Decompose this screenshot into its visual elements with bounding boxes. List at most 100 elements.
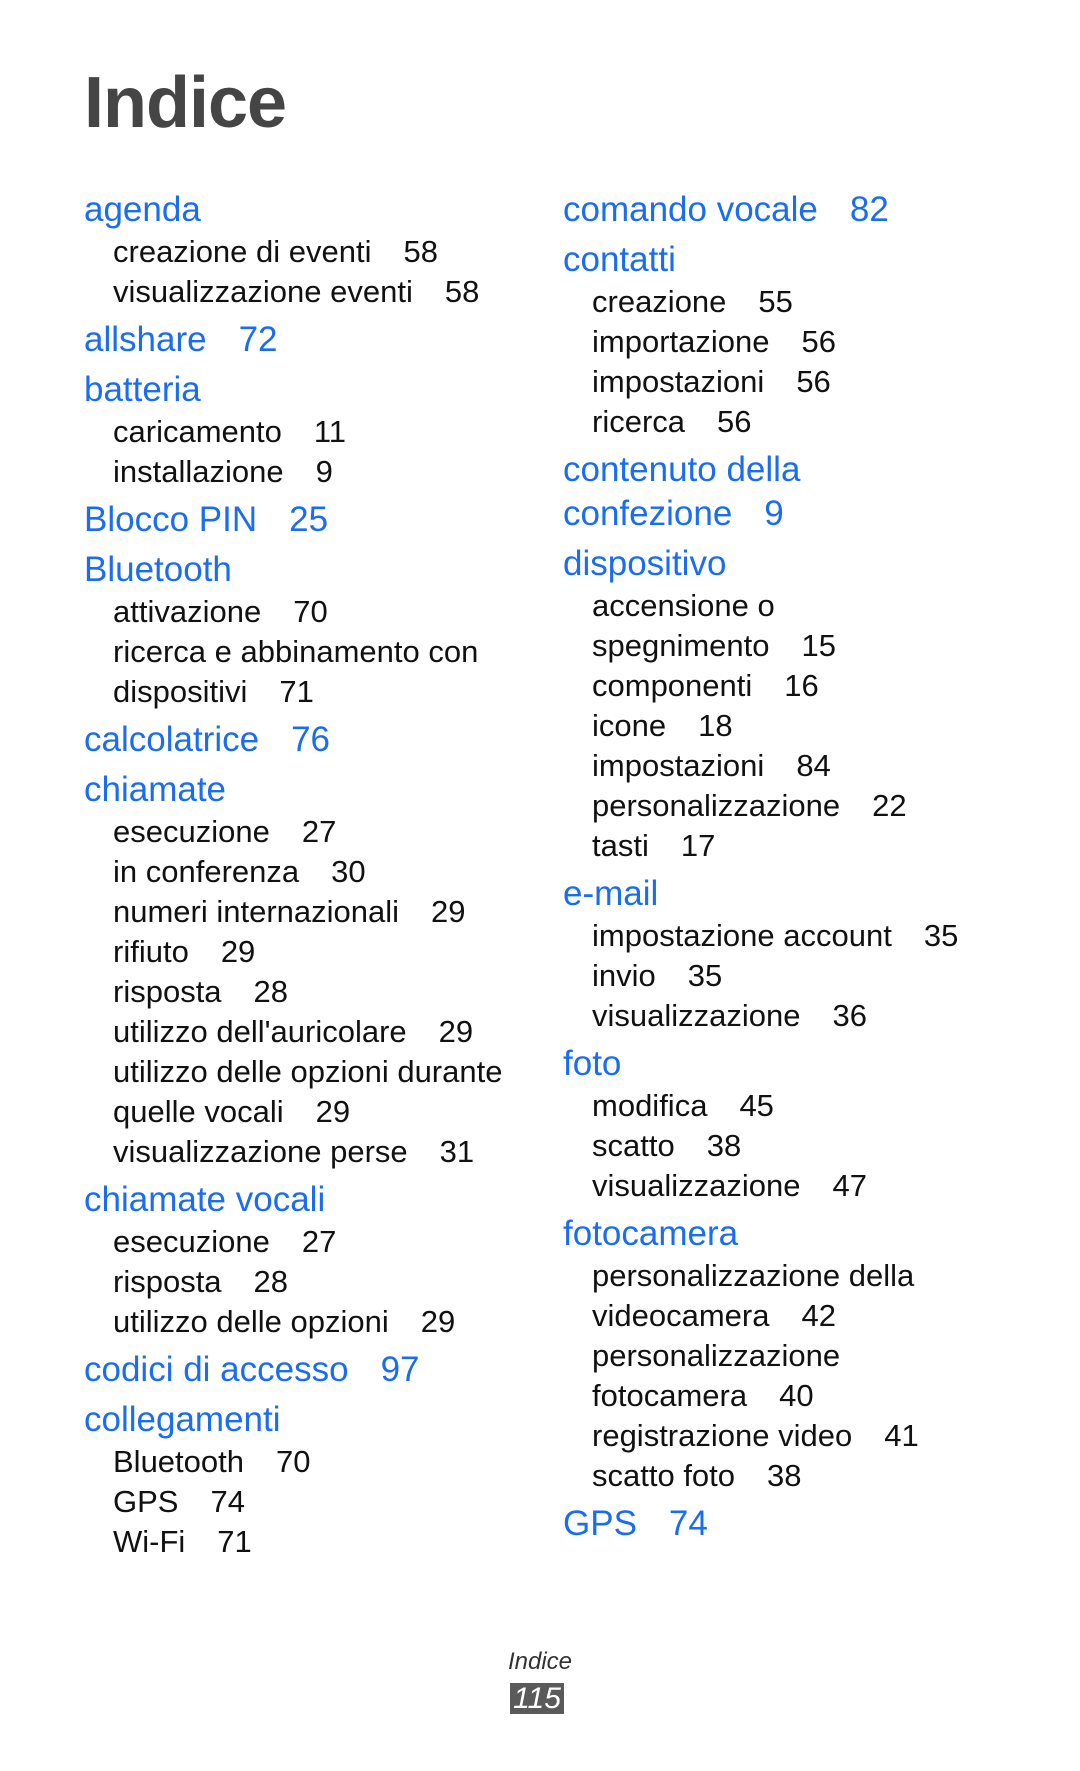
index-heading: calcolatrice 76 bbox=[84, 718, 524, 762]
index-heading-page: 97 bbox=[380, 1350, 420, 1389]
index-subentry-text: personalizzazione della videocamera bbox=[592, 1258, 915, 1333]
index-subentry: invio 35 bbox=[563, 956, 1043, 996]
index-subentry-page: 18 bbox=[698, 708, 733, 743]
index-subentry: esecuzione 27 bbox=[84, 812, 524, 852]
index-heading-text: calcolatrice bbox=[84, 720, 260, 759]
index-heading: chiamate vocali bbox=[84, 1178, 524, 1222]
index-subentry-page: 56 bbox=[717, 404, 752, 439]
index-subentry-page: 15 bbox=[801, 628, 836, 663]
index-subentry-text: caricamento bbox=[113, 414, 282, 449]
index-subentry-page: 56 bbox=[801, 324, 836, 359]
index-subentry-text: personalizzazione bbox=[592, 788, 841, 823]
index-subentry: installazione 9 bbox=[84, 452, 524, 492]
index-subentry: personalizzazione 22 bbox=[563, 786, 1043, 826]
index-subentry-page: 38 bbox=[706, 1128, 742, 1163]
index-heading-text: dispositivo bbox=[563, 544, 727, 583]
index-subentry: utilizzo dell'auricolare 29 bbox=[84, 1012, 524, 1052]
index-subentry-page: 40 bbox=[779, 1378, 814, 1413]
index-subentry-page: 11 bbox=[313, 414, 347, 449]
index-heading-page: 74 bbox=[668, 1504, 708, 1543]
index-subentry-page: 29 bbox=[431, 894, 466, 929]
index-subentry: attivazione 70 bbox=[84, 592, 524, 632]
index-subentry-page: 31 bbox=[439, 1134, 475, 1169]
index-heading-text: chiamate vocali bbox=[84, 1180, 326, 1219]
index-heading-text: comando vocale bbox=[563, 190, 818, 229]
index-subentry-page: 9 bbox=[315, 454, 333, 489]
index-subentry-page: 74 bbox=[210, 1484, 245, 1519]
index-subentry-text: creazione bbox=[592, 284, 727, 319]
index-subentry: visualizzazione 47 bbox=[563, 1166, 1043, 1206]
index-subentry-page: 71 bbox=[279, 674, 314, 709]
index-subentry: personalizzazione fotocamera 40 bbox=[563, 1336, 1043, 1416]
index-subentry-text: ricerca bbox=[592, 404, 686, 439]
index-subentry: utilizzo delle opzioni 29 bbox=[84, 1302, 524, 1342]
index-heading-text: Blocco PIN bbox=[84, 500, 258, 539]
index-subentry-page: 70 bbox=[293, 594, 328, 629]
index-subentry-text: visualizzazione bbox=[592, 998, 801, 1033]
index-heading: batteria bbox=[84, 368, 524, 412]
index-subentry-text: visualizzazione perse bbox=[113, 1134, 408, 1169]
index-subentry-page: 45 bbox=[739, 1088, 774, 1123]
index-heading: collegamenti bbox=[84, 1398, 524, 1442]
index-heading: e-mail bbox=[563, 872, 1043, 916]
index-subentry-page: 35 bbox=[923, 918, 959, 953]
index-subentry-text: in conferenza bbox=[113, 854, 300, 889]
index-heading: Blocco PIN 25 bbox=[84, 498, 524, 542]
index-subentry: importazione 56 bbox=[563, 322, 1043, 362]
footer-section-label: Indice bbox=[507, 1648, 573, 1675]
index-heading-text: contatti bbox=[563, 240, 676, 279]
index-subentry-page: 22 bbox=[872, 788, 907, 823]
index-subentry-text: installazione bbox=[113, 454, 284, 489]
index-subentry: caricamento 11 bbox=[84, 412, 524, 452]
index-subentry-page: 28 bbox=[253, 1264, 289, 1299]
index-heading: foto bbox=[563, 1042, 1043, 1086]
index-subentry-page: 29 bbox=[315, 1094, 351, 1129]
index-subentry-text: utilizzo delle opzioni durante quelle vo… bbox=[113, 1054, 503, 1129]
index-subentry-text: registrazione video bbox=[592, 1418, 853, 1453]
index-subentry-page: 84 bbox=[796, 748, 831, 783]
index-subentry-text: numeri internazionali bbox=[113, 894, 400, 929]
index-subentry-text: visualizzazione eventi bbox=[113, 274, 413, 309]
index-subentry-page: 28 bbox=[253, 974, 289, 1009]
index-subentry-text: GPS bbox=[113, 1484, 179, 1519]
index-subentry-page: 58 bbox=[444, 274, 480, 309]
index-subentry-text: scatto bbox=[592, 1128, 675, 1163]
index-subentry-page: 35 bbox=[687, 958, 723, 993]
index-subentry: impostazione account 35 bbox=[563, 916, 1043, 956]
index-heading-page: 25 bbox=[289, 500, 329, 539]
index-heading: allshare 72 bbox=[84, 318, 524, 362]
index-subentry: GPS 74 bbox=[84, 1482, 524, 1522]
index-subentry: creazione di eventi 58 bbox=[84, 232, 524, 272]
index-subentry-page: 38 bbox=[767, 1458, 802, 1493]
index-subentry: Wi-Fi 71 bbox=[84, 1522, 524, 1562]
index-heading-text: fotocamera bbox=[563, 1214, 739, 1253]
page-number: 115 bbox=[510, 1683, 564, 1714]
index-subentry-page: 42 bbox=[801, 1298, 836, 1333]
index-heading: fotocamera bbox=[563, 1212, 1043, 1256]
index-subentry-text: utilizzo dell'auricolare bbox=[113, 1014, 407, 1049]
index-subentry-page: 29 bbox=[438, 1014, 474, 1049]
index-subentry: visualizzazione eventi 58 bbox=[84, 272, 524, 312]
index-subentry: tasti 17 bbox=[563, 826, 1043, 866]
index-subentry-text: impostazioni bbox=[592, 364, 765, 399]
index-subentry-text: utilizzo delle opzioni bbox=[113, 1304, 389, 1339]
index-subentry-text: Bluetooth bbox=[113, 1444, 244, 1479]
index-heading: chiamate bbox=[84, 768, 524, 812]
index-heading-text: foto bbox=[563, 1044, 622, 1083]
index-subentry: accensione o spegnimento 15 bbox=[563, 586, 1043, 666]
index-subentry: risposta 28 bbox=[84, 1262, 524, 1302]
index-column-right: comando vocale 82 contatti creazione 55 impor… bbox=[563, 182, 1043, 1546]
index-heading: contatti bbox=[563, 238, 1043, 282]
index-heading: Bluetooth bbox=[84, 548, 524, 592]
index-subentry: impostazioni 84 bbox=[563, 746, 1043, 786]
index-heading: contenuto della confezione 9 bbox=[563, 448, 1043, 536]
index-heading-text: GPS bbox=[563, 1504, 637, 1543]
index-subentry: utilizzo delle opzioni durante quelle vo… bbox=[84, 1052, 524, 1132]
index-subentry-page: 17 bbox=[680, 828, 716, 863]
index-subentry-page: 30 bbox=[331, 854, 366, 889]
index-heading: GPS 74 bbox=[563, 1502, 1043, 1546]
index-subentry-text: scatto foto bbox=[592, 1458, 736, 1493]
index-subentry-page: 70 bbox=[276, 1444, 311, 1479]
index-subentry: in conferenza 30 bbox=[84, 852, 524, 892]
index-subentry: creazione 55 bbox=[563, 282, 1043, 322]
